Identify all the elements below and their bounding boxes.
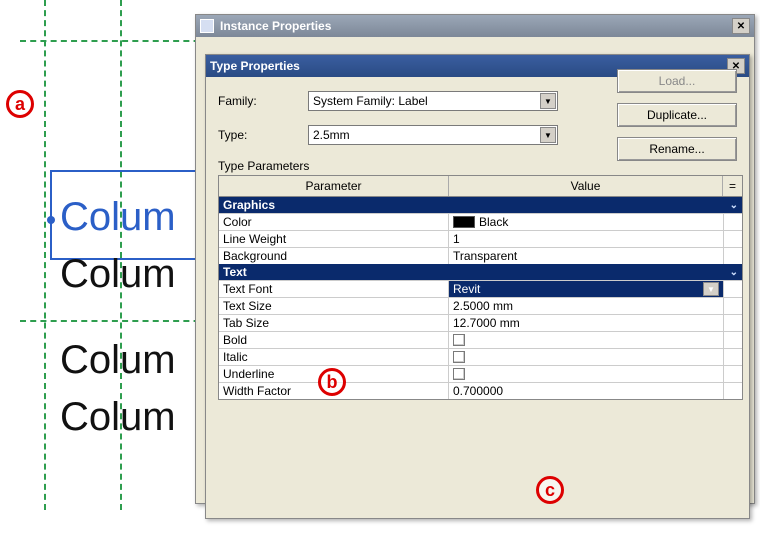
gridline-horizontal: [20, 40, 220, 42]
family-combo[interactable]: System Family: Label ▼: [308, 91, 558, 111]
group-text[interactable]: Text⌄: [219, 264, 742, 280]
row-bold[interactable]: Bold: [219, 331, 742, 348]
col-parameter[interactable]: Parameter: [219, 176, 449, 196]
col-value[interactable]: Value: [449, 176, 723, 196]
window-title: Instance Properties: [220, 19, 331, 33]
collapse-icon[interactable]: ⌄: [730, 267, 738, 278]
checkbox[interactable]: [453, 351, 465, 363]
close-icon[interactable]: ✕: [732, 18, 750, 34]
row-underline[interactable]: Underline: [219, 365, 742, 382]
type-parameters-label: Type Parameters: [218, 159, 749, 173]
selection-handle[interactable]: [47, 216, 55, 224]
type-label: Type:: [218, 128, 308, 142]
instance-properties-titlebar[interactable]: Instance Properties ✕: [196, 15, 754, 37]
label-preview: Colum: [60, 252, 176, 297]
type-properties-window: Type Properties ✕ Family: System Family:…: [205, 54, 750, 519]
load-button: Load...: [617, 69, 737, 93]
row-background[interactable]: Background Transparent: [219, 247, 742, 264]
color-swatch: [453, 216, 475, 228]
row-tabsize[interactable]: Tab Size 12.7000 mm: [219, 314, 742, 331]
row-italic[interactable]: Italic: [219, 348, 742, 365]
col-ext[interactable]: =: [723, 176, 742, 196]
window-icon: [200, 19, 214, 33]
group-graphics[interactable]: Graphics⌄: [219, 197, 742, 213]
family-label: Family:: [218, 94, 308, 108]
annotation-marker-a: a: [6, 90, 34, 118]
gridline-vertical: [44, 0, 46, 510]
row-lineweight[interactable]: Line Weight 1: [219, 230, 742, 247]
annotation-marker-c: c: [536, 476, 564, 504]
label-preview-selected[interactable]: Colum: [60, 195, 176, 240]
family-value: System Family: Label: [313, 94, 428, 108]
row-widthfactor[interactable]: Width Factor 0.700000: [219, 382, 742, 399]
label-preview: Colum: [60, 338, 176, 383]
row-color[interactable]: Color Black: [219, 213, 742, 230]
checkbox[interactable]: [453, 334, 465, 346]
chevron-down-icon[interactable]: ▼: [540, 127, 556, 143]
parameters-table: Parameter Value = Graphics⌄ Color Black …: [218, 175, 743, 400]
annotation-marker-b: b: [318, 368, 346, 396]
collapse-icon[interactable]: ⌄: [730, 200, 738, 211]
label-preview: Colum: [60, 395, 176, 440]
window-title: Type Properties: [210, 59, 300, 73]
gridline-horizontal: [20, 320, 220, 322]
chevron-down-icon[interactable]: ▼: [703, 282, 719, 296]
type-value: 2.5mm: [313, 128, 350, 142]
chevron-down-icon[interactable]: ▼: [540, 93, 556, 109]
row-textsize[interactable]: Text Size 2.5000 mm: [219, 297, 742, 314]
checkbox[interactable]: [453, 368, 465, 380]
row-textfont[interactable]: Text Font Revit▼: [219, 280, 742, 297]
duplicate-button[interactable]: Duplicate...: [617, 103, 737, 127]
table-header: Parameter Value =: [219, 176, 742, 197]
rename-button[interactable]: Rename...: [617, 137, 737, 161]
type-combo[interactable]: 2.5mm ▼: [308, 125, 558, 145]
